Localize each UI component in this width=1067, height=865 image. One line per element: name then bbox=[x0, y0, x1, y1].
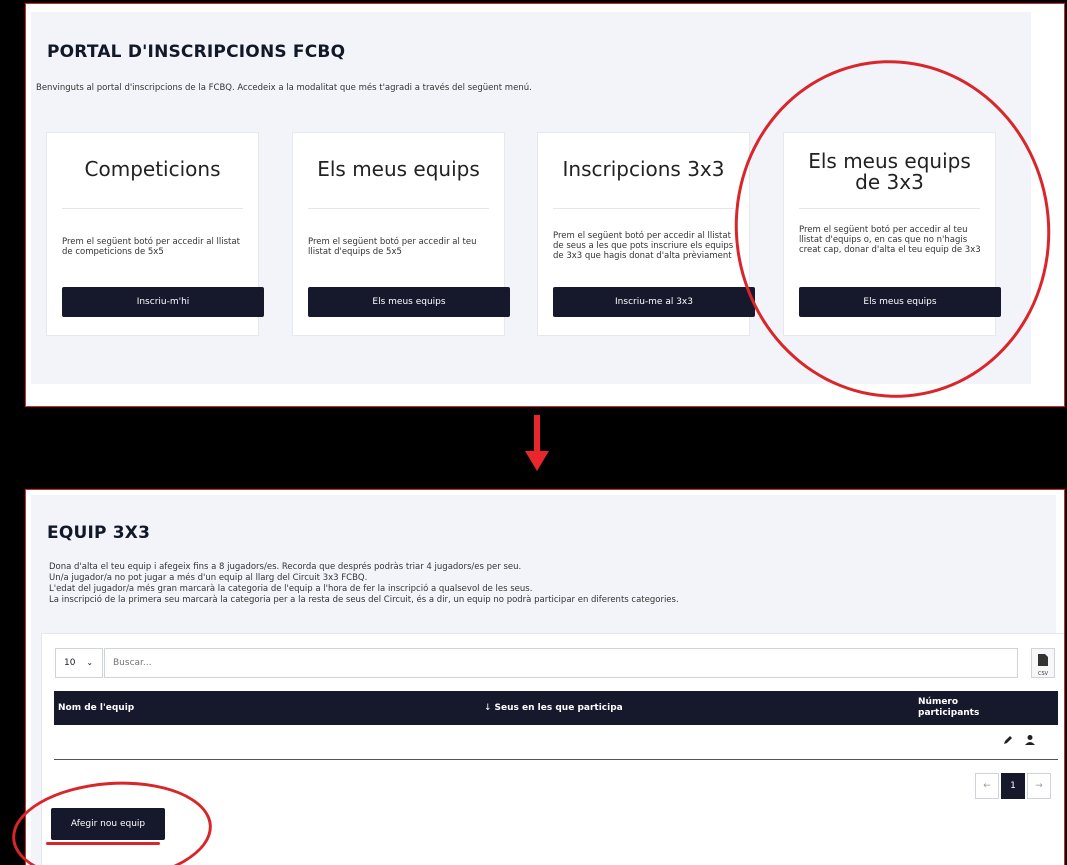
intro-line: Dona d'alta el teu equip i afegeix fins … bbox=[49, 562, 522, 572]
column-header-seus[interactable]: ↓ Seus en les que participa bbox=[484, 691, 623, 725]
card-title: Competicions bbox=[84, 157, 221, 181]
file-icon bbox=[1038, 654, 1048, 666]
table-header: Nom de l'equip ↓ Seus en les que partici… bbox=[54, 691, 1058, 725]
els-meus-equips-3x3-button[interactable]: Els meus equips bbox=[799, 287, 1001, 317]
column-header-participants[interactable]: Número participants bbox=[918, 691, 1008, 725]
card-text: Prem el següent botó per accedir al llis… bbox=[553, 231, 734, 261]
page-title: PORTAL D'INSCRIPCIONS FCBQ bbox=[47, 42, 346, 62]
card-text: Prem el següent botó per accedir al llis… bbox=[62, 237, 240, 257]
intro-line: Un/a jugador/a no pot jugar a més d'un e… bbox=[49, 573, 368, 583]
equip-3x3-screenshot-panel: EQUIP 3X3 Dona d'alta el teu equip i afe… bbox=[25, 489, 1065, 865]
highlight-underline bbox=[46, 842, 160, 845]
csv-label: CSV bbox=[1037, 671, 1049, 677]
portal-screenshot-panel: PORTAL D'INSCRIPCIONS FCBQ Benvinguts al… bbox=[25, 3, 1065, 407]
sort-arrow-icon: ↓ bbox=[484, 703, 492, 713]
page-length-value: 10 bbox=[64, 658, 76, 668]
pencil-edit-icon[interactable] bbox=[1002, 734, 1014, 746]
pagination-prev-button[interactable]: ← bbox=[975, 773, 999, 799]
divider bbox=[553, 208, 734, 209]
pagination-page-1[interactable]: 1 bbox=[1001, 773, 1025, 799]
card-text: Prem el següent botó per accedir al teu … bbox=[799, 225, 981, 255]
table-row-divider bbox=[54, 759, 1058, 760]
card-els-meus-equips: Els meus equips Prem el següent botó per… bbox=[292, 132, 510, 336]
column-header-label: Seus en les que participa bbox=[494, 703, 623, 713]
equip-background: EQUIP 3X3 Dona d'alta el teu equip i afe… bbox=[31, 495, 1064, 865]
add-new-team-button[interactable]: Afegir nou equip bbox=[51, 808, 165, 840]
portal-background: PORTAL D'INSCRIPCIONS FCBQ Benvinguts al… bbox=[31, 12, 1031, 384]
inscriu-mhi-button[interactable]: Inscriu-m'hi bbox=[62, 287, 264, 317]
chevron-down-icon: ⌄ bbox=[86, 658, 94, 667]
search-input[interactable] bbox=[104, 648, 1018, 678]
pagination-next-button[interactable]: → bbox=[1027, 773, 1051, 799]
divider bbox=[308, 208, 489, 209]
user-icon[interactable] bbox=[1024, 734, 1036, 746]
intro-line: L'edat del jugador/a més gran marcarà la… bbox=[49, 584, 533, 594]
els-meus-equips-button[interactable]: Els meus equips bbox=[308, 287, 510, 317]
intro-text: Dona d'alta el teu equip i afegeix fins … bbox=[49, 562, 679, 606]
page-title: EQUIP 3X3 bbox=[47, 523, 151, 543]
card-title: Els meus equips de 3x3 bbox=[808, 149, 971, 194]
card-competicions: Competicions Prem el següent botó per ac… bbox=[46, 132, 264, 336]
intro-line: La inscripció de la primera seu marcarà … bbox=[49, 595, 679, 605]
divider bbox=[799, 208, 980, 209]
down-arrow-icon bbox=[525, 415, 549, 471]
card-els-meus-equips-3x3: Els meus equips de 3x3 Prem el següent b… bbox=[783, 132, 1001, 336]
column-header-nom[interactable]: Nom de l'equip bbox=[58, 691, 134, 725]
csv-export-button[interactable]: CSV bbox=[1031, 648, 1055, 678]
card-text: Prem el següent botó per accedir al teu … bbox=[308, 237, 477, 257]
inscriu-me-3x3-button[interactable]: Inscriu-me al 3x3 bbox=[553, 287, 755, 317]
page-length-select[interactable]: 10 ⌄ bbox=[55, 648, 103, 678]
divider bbox=[62, 208, 243, 209]
card-title: Els meus equips bbox=[317, 157, 480, 181]
intro-text: Benvinguts al portal d'inscripcions de l… bbox=[36, 83, 532, 93]
row-actions bbox=[1002, 734, 1036, 749]
teams-table-card: 10 ⌄ CSV Nom de l'equip ↓ Seus en les qu… bbox=[41, 633, 1064, 865]
card-title: Inscripcions 3x3 bbox=[562, 157, 725, 181]
card-inscripcions-3x3: Inscripcions 3x3 Prem el següent botó pe… bbox=[537, 132, 755, 336]
